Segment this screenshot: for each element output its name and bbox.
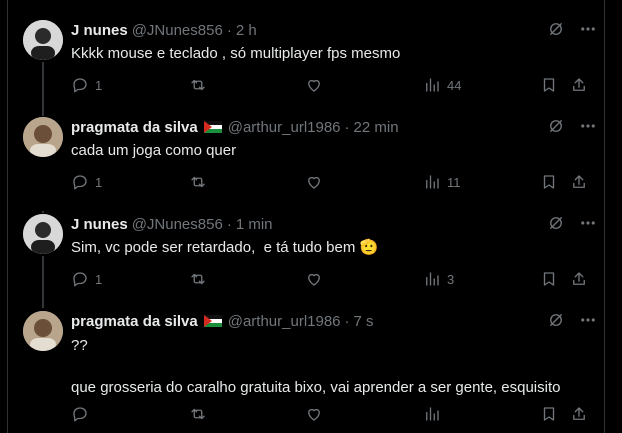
grok-icon[interactable] bbox=[547, 20, 565, 38]
reply-icon bbox=[73, 78, 87, 93]
author-name[interactable]: pragmata da silva bbox=[71, 313, 198, 330]
views-count: 3 bbox=[447, 271, 455, 287]
heart-icon bbox=[308, 408, 320, 421]
tweet-text: ?? que grosseria do caralho gratuita bix… bbox=[71, 337, 561, 396]
share-icon bbox=[573, 272, 585, 285]
grok-icon[interactable] bbox=[547, 214, 565, 232]
more-icon[interactable] bbox=[579, 214, 597, 232]
retweet-button[interactable] bbox=[189, 173, 207, 191]
views-button[interactable]: 11 bbox=[423, 173, 461, 191]
retweet-icon bbox=[191, 273, 205, 285]
tweet-text: cada um joga como quer bbox=[71, 142, 237, 159]
tweet[interactable]: pragmata da silva @arthur_url1986 · 7 s … bbox=[7, 311, 605, 433]
timestamp[interactable]: 2 h bbox=[236, 22, 257, 39]
tweet-text-body: Sim, vc pode ser retardado, e tá tudo be… bbox=[71, 239, 356, 256]
retweet-button[interactable] bbox=[189, 270, 207, 288]
author-handle[interactable]: @JNunes856 bbox=[132, 22, 223, 39]
bookmark-icon bbox=[543, 407, 555, 421]
views-button[interactable] bbox=[423, 405, 441, 423]
palestine-flag-icon bbox=[203, 315, 222, 327]
saluting-face-emoji: 🫡 bbox=[359, 239, 379, 256]
heart-icon bbox=[308, 273, 320, 286]
share-icon bbox=[573, 407, 585, 420]
separator-dot: · bbox=[344, 312, 350, 330]
more-icon[interactable] bbox=[579, 117, 597, 135]
timestamp[interactable]: 22 min bbox=[354, 119, 399, 136]
avatar[interactable] bbox=[23, 214, 63, 254]
analytics-icon bbox=[426, 78, 439, 92]
author-name[interactable]: pragmata da silva bbox=[71, 119, 198, 136]
tweet-text: Kkkk mouse e teclado , só multiplayer fp… bbox=[71, 45, 401, 62]
author-handle[interactable]: @JNunes856 bbox=[132, 216, 223, 233]
heart-icon bbox=[308, 79, 320, 92]
reply-icon bbox=[73, 272, 87, 287]
views-count: 11 bbox=[447, 174, 461, 190]
avatar[interactable] bbox=[23, 20, 63, 60]
retweet-icon bbox=[191, 79, 205, 91]
share-button[interactable] bbox=[570, 405, 588, 423]
bookmark-button[interactable] bbox=[540, 173, 558, 191]
reply-count: 1 bbox=[95, 271, 103, 287]
author-name[interactable]: J nunes bbox=[71, 22, 128, 39]
tweet[interactable]: J nunes @JNunes856 · 2 h Kkkk mouse e te… bbox=[7, 20, 605, 100]
author-handle[interactable]: @arthur_url1986 bbox=[228, 313, 341, 330]
reply-count: 1 bbox=[95, 174, 103, 190]
more-icon[interactable] bbox=[579, 20, 597, 38]
like-button[interactable] bbox=[305, 76, 323, 94]
share-button[interactable] bbox=[570, 173, 588, 191]
views-button[interactable]: 3 bbox=[423, 270, 454, 288]
avatar[interactable] bbox=[23, 311, 63, 351]
like-button[interactable] bbox=[305, 405, 323, 423]
retweet-button[interactable] bbox=[189, 76, 207, 94]
analytics-icon bbox=[426, 407, 439, 421]
bookmark-icon bbox=[543, 272, 555, 286]
tweet-text: Sim, vc pode ser retardado, e tá tudo be… bbox=[71, 238, 593, 258]
more-icon[interactable] bbox=[579, 311, 597, 329]
reply-button[interactable]: 1 bbox=[71, 76, 102, 94]
tweet[interactable]: J nunes @JNunes856 · 1 min Sim, vc pode … bbox=[7, 214, 605, 294]
bookmark-button[interactable] bbox=[540, 270, 558, 288]
retweet-button[interactable] bbox=[189, 405, 207, 423]
reply-button[interactable]: 1 bbox=[71, 270, 102, 288]
reply-button[interactable]: 1 bbox=[71, 173, 102, 191]
separator-dot: · bbox=[226, 215, 232, 233]
reply-icon bbox=[73, 407, 87, 422]
separator-dot: · bbox=[344, 118, 350, 136]
timestamp[interactable]: 7 s bbox=[354, 313, 374, 330]
share-icon bbox=[573, 78, 585, 91]
bookmark-icon bbox=[543, 78, 555, 92]
scrollbar[interactable] bbox=[606, 0, 622, 433]
separator-dot: · bbox=[226, 21, 232, 39]
reply-button[interactable] bbox=[71, 405, 89, 423]
avatar[interactable] bbox=[23, 117, 63, 157]
thread-line bbox=[42, 211, 44, 213]
bookmark-icon bbox=[543, 175, 555, 189]
share-button[interactable] bbox=[570, 270, 588, 288]
palestine-flag-icon bbox=[203, 121, 222, 133]
timestamp[interactable]: 1 min bbox=[236, 216, 273, 233]
analytics-icon bbox=[426, 272, 439, 286]
views-count: 44 bbox=[447, 77, 462, 93]
reply-icon bbox=[73, 175, 87, 190]
grok-icon[interactable] bbox=[547, 117, 565, 135]
author-handle[interactable]: @arthur_url1986 bbox=[228, 119, 341, 136]
share-icon bbox=[573, 175, 585, 188]
bookmark-button[interactable] bbox=[540, 76, 558, 94]
retweet-icon bbox=[191, 408, 205, 420]
analytics-icon bbox=[426, 175, 439, 189]
share-button[interactable] bbox=[570, 76, 588, 94]
like-button[interactable] bbox=[305, 173, 323, 191]
retweet-icon bbox=[191, 176, 205, 188]
reply-count: 1 bbox=[95, 77, 103, 93]
like-button[interactable] bbox=[305, 270, 323, 288]
heart-icon bbox=[308, 176, 320, 189]
bookmark-button[interactable] bbox=[540, 405, 558, 423]
tweet[interactable]: pragmata da silva @arthur_url1986 · 22 m… bbox=[7, 117, 605, 197]
grok-icon[interactable] bbox=[547, 311, 565, 329]
author-name[interactable]: J nunes bbox=[71, 216, 128, 233]
views-button[interactable]: 44 bbox=[423, 76, 461, 94]
